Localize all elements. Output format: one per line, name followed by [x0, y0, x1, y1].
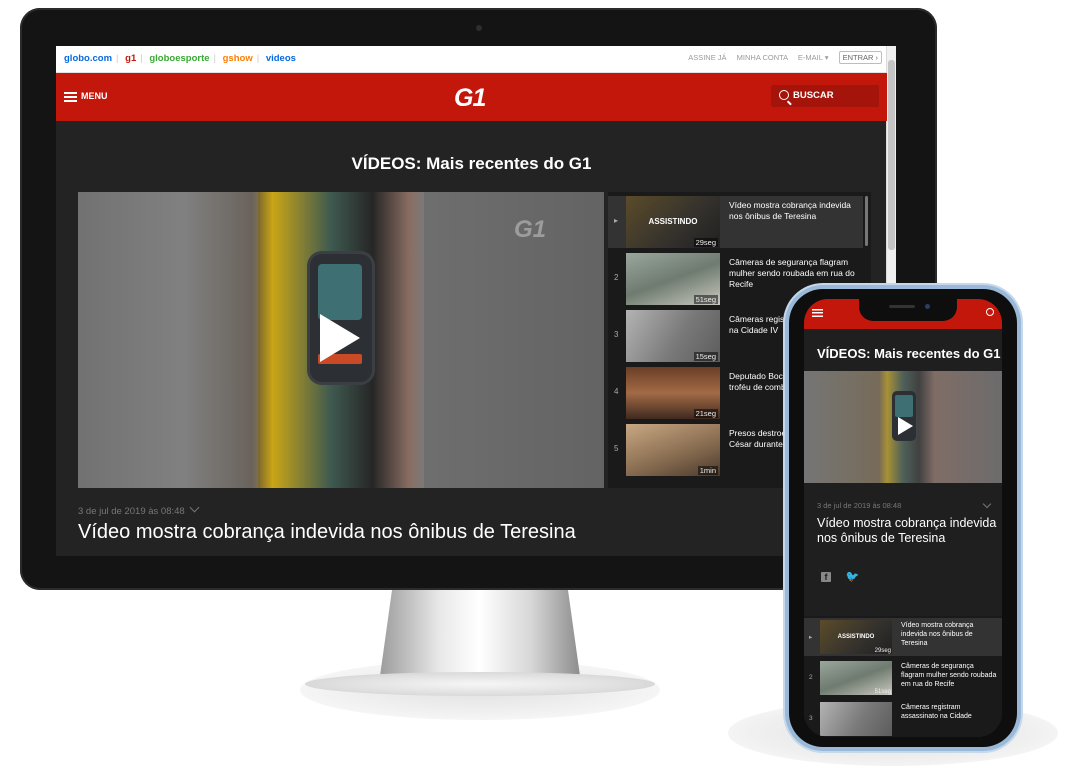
duration-badge: 29seg	[693, 238, 718, 247]
playlist-item[interactable]: 3 Câmeras registram assassinato na Cidad…	[804, 700, 1002, 737]
video-thumbnail: 15seg	[626, 310, 720, 362]
playlist-item-number: 4	[614, 387, 619, 396]
video-title: Vídeo mostra cobrança indevida nos ônibu…	[78, 521, 576, 543]
duration-badge: 51seg	[693, 295, 718, 304]
phone-screen: VÍDEOS: Mais recentes do G1 3 de jul de …	[804, 299, 1002, 737]
search-label: BUSCAR	[793, 90, 834, 101]
phone-playlist: ▸ ASSISTINDO 29seg Vídeo mostra cobrança…	[804, 616, 1002, 737]
entrar-button[interactable]: ENTRAR ›	[838, 51, 882, 64]
playlist-item-title: Vídeo mostra cobrança indevida nos ônibu…	[901, 622, 974, 647]
globo-network-links: globo.com | g1 | globoesporte | gshow | vide…	[64, 53, 296, 64]
monitor-stand-base	[305, 672, 655, 696]
video-thumbnail: 51seg	[626, 253, 720, 305]
menu-label: MENU	[81, 91, 108, 101]
link-g1[interactable]: g1	[125, 53, 136, 64]
account-links: ASSINE JÁ MINHA CONTA E-MAIL ▾ ENTRAR ›	[680, 51, 882, 64]
now-playing-icon: ▸	[614, 216, 619, 225]
playlist-item[interactable]: 2 51seg Câmeras de segurança flagram mul…	[804, 659, 1002, 697]
video-thumbnail: 1min	[626, 424, 720, 476]
link-globoesporte[interactable]: globoesporte	[149, 53, 209, 64]
monitor-camera	[476, 25, 482, 31]
video-thumbnail: ASSISTINDO 29seg	[626, 196, 720, 248]
playlist-item-number: 5	[614, 444, 619, 453]
duration-badge: 29seg	[874, 648, 891, 654]
video-thumbnail	[820, 702, 892, 736]
link-gshow[interactable]: gshow	[223, 53, 253, 64]
search-button[interactable]: BUSCAR	[771, 85, 879, 107]
g1-logo[interactable]: G1	[454, 84, 486, 113]
video-date[interactable]: 3 de jul de 2019 às 08:48	[78, 502, 200, 517]
chevron-down-icon[interactable]	[982, 499, 992, 509]
playlist-item-number: 2	[809, 674, 813, 681]
play-icon[interactable]	[320, 314, 360, 362]
email-label: E-MAIL	[797, 53, 823, 62]
assine-link[interactable]: ASSINE JÁ	[688, 53, 726, 62]
g1-watermark: G1	[513, 216, 546, 243]
video-player[interactable]: G1	[78, 192, 604, 488]
playlist-item-number: 2	[614, 273, 619, 282]
duration-badge: 15seg	[693, 352, 718, 361]
phone-video-date: 3 de jul de 2019 às 08:48	[817, 501, 902, 510]
playlist-item-number: 3	[809, 715, 813, 722]
globo-topbar: globo.com | g1 | globoesporte | gshow | vide…	[56, 46, 896, 73]
twitter-icon[interactable]: 🐦	[845, 570, 859, 583]
playlist-scrollbar[interactable]	[865, 196, 868, 246]
playlist-item-title: Câmeras de segurança flagram mulher send…	[729, 257, 855, 289]
hamburger-icon[interactable]	[812, 309, 823, 317]
phone-page-title: VÍDEOS: Mais recentes do G1	[817, 346, 1001, 361]
phone-notch	[859, 299, 957, 321]
link-globo-com[interactable]: globo.com	[64, 53, 112, 64]
search-icon	[779, 90, 789, 101]
scrollbar-thumb[interactable]	[888, 60, 895, 250]
entrar-label: ENTRAR	[842, 53, 874, 62]
chevron-down-icon	[189, 502, 200, 513]
playlist-item-title: Vídeo mostra cobrança indevida nos ônibu…	[729, 200, 851, 221]
duration-badge: 21seg	[693, 409, 718, 418]
mobile-phone: VÍDEOS: Mais recentes do G1 3 de jul de …	[789, 289, 1017, 747]
video-thumbnail: 51seg	[820, 661, 892, 695]
playlist-item[interactable]: ▸ ASSISTINDO 29seg Vídeo mostra cobrança…	[804, 618, 1002, 656]
email-menu[interactable]: E-MAIL ▾	[798, 53, 829, 62]
duration-badge: 1min	[697, 466, 718, 475]
playlist-item-title: Câmeras de segurança flagram mulher send…	[901, 663, 997, 688]
social-share: f 🐦	[821, 567, 869, 585]
search-icon[interactable]	[986, 308, 994, 316]
phone-video-player[interactable]	[804, 371, 1002, 483]
page-title: VÍDEOS: Mais recentes do G1	[351, 154, 592, 173]
monitor-stand	[380, 590, 580, 676]
video-date-text: 3 de jul de 2019 às 08:48	[78, 506, 185, 517]
playlist-item[interactable]: ▸ ASSISTINDO 29seg Vídeo mostra cobrança…	[608, 196, 863, 248]
now-playing-icon: ▸	[809, 634, 813, 641]
g1-header: MENU G1 BUSCAR	[56, 73, 887, 121]
desktop-screen: globo.com | g1 | globoesporte | gshow | vide…	[56, 46, 896, 556]
playlist-item-title: Câmeras registram assassinato na Cidade	[901, 704, 972, 720]
hamburger-icon	[64, 91, 77, 102]
minha-conta-link[interactable]: MINHA CONTA	[737, 53, 788, 62]
menu-button[interactable]: MENU	[64, 91, 108, 102]
link-videos[interactable]: videos	[266, 53, 296, 64]
phone-video-title: Vídeo mostra cobrança indevida nos ônibu…	[817, 516, 997, 545]
video-thumbnail: 21seg	[626, 367, 720, 419]
video-thumbnail: ASSISTINDO 29seg	[820, 620, 892, 654]
duration-badge: 51seg	[874, 689, 891, 695]
play-icon[interactable]	[898, 417, 913, 435]
facebook-icon[interactable]: f	[821, 572, 831, 582]
playlist-item-number: 3	[614, 330, 619, 339]
